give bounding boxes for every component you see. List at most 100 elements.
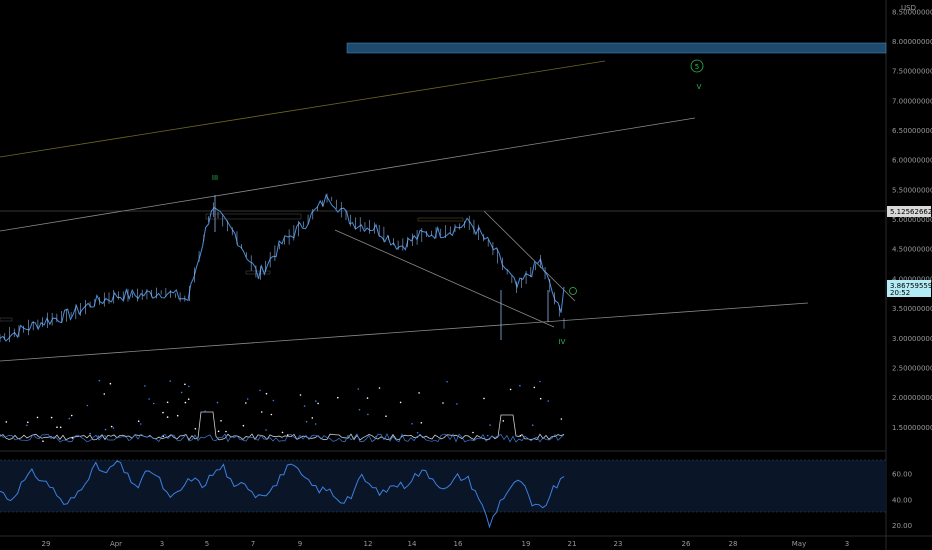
resistance-zone (346, 42, 887, 54)
volatility-dot (70, 414, 73, 417)
price-tick-label: 8.00000000 (892, 38, 932, 46)
time-tick-label: 29 (42, 540, 51, 548)
volatility-dot (27, 421, 29, 424)
volatility-dot (539, 380, 541, 383)
volatility-dot (86, 404, 89, 407)
volatility-dot (104, 428, 107, 431)
oscillator-tick-label: 40.00 (892, 496, 912, 504)
volatility-dot (162, 411, 164, 414)
price-tick-label: 7.50000000 (892, 68, 932, 76)
volatility-dot (385, 415, 387, 418)
volatility-dot (184, 383, 186, 386)
volatility-dot (416, 431, 419, 434)
time-tick-label: 5 (205, 540, 209, 548)
volatility-dot (26, 424, 28, 427)
volatility-dot (169, 380, 171, 382)
volatility-dot (42, 440, 44, 443)
wave-label-5: 5 (695, 63, 699, 71)
wave-label-v: V (697, 83, 702, 91)
volatility-dot (472, 431, 474, 434)
time-tick-label: 19 (522, 540, 531, 548)
time-tick-label: 14 (408, 540, 417, 548)
volatility-dot (560, 418, 563, 420)
volatility-dot (539, 397, 542, 400)
volatility-dot (305, 420, 308, 423)
volatility-dot (418, 392, 420, 394)
time-tick-label: 16 (454, 540, 463, 548)
volatility-dot (225, 430, 227, 433)
price-tick-label: 5.00000000 (892, 216, 932, 224)
time-tick-label: 26 (682, 540, 691, 548)
volatility-dot (317, 402, 319, 405)
volatility-dot (97, 435, 100, 438)
oscillator-tick-label: 60.00 (892, 470, 912, 478)
wave-label-iv: IV (559, 338, 566, 346)
chart[interactable]: III IV 5 V USD 8.500000008.000000007.500… (0, 0, 932, 550)
price-tick-label: 6.00000000 (892, 157, 932, 165)
volatility-dot (103, 393, 106, 395)
volatility-dot (56, 426, 58, 429)
volatility-dot (259, 389, 261, 392)
volatility-dot (220, 420, 222, 422)
price-tick-label: 6.50000000 (892, 127, 932, 135)
volatility-dot (547, 400, 549, 402)
volatility-dot (71, 437, 74, 439)
volatility-dot (378, 387, 381, 389)
volatility-dot (531, 424, 534, 427)
volatility-dot (59, 426, 62, 429)
volatility-dot (456, 403, 458, 405)
volatility-dot (519, 435, 522, 437)
volatility-dot (260, 411, 263, 413)
volatility-dot (375, 435, 377, 438)
volatility-dot (399, 401, 402, 404)
volatility-dot (315, 400, 317, 402)
volatility-dot (166, 416, 169, 418)
volatility-dot (281, 431, 284, 434)
level-price-tag-text: 5.12562662 (890, 208, 932, 216)
time-tick-label: 28 (729, 540, 738, 548)
volatility-dot (519, 384, 521, 387)
volatility-dot (265, 429, 267, 431)
volatility-dot (5, 421, 8, 423)
volatility-dot (358, 408, 361, 411)
time-tick-label: 7 (251, 540, 255, 548)
volatility-dot (68, 417, 71, 420)
wave-label-iii: III (212, 174, 218, 182)
volatility-dot (152, 402, 155, 405)
volatility-dot (242, 424, 245, 427)
volatility-dot (188, 385, 190, 388)
volatility-dot (217, 430, 220, 433)
time-tick-label: 12 (364, 540, 373, 548)
volatility-dot (303, 405, 306, 407)
volatility-dot (299, 394, 302, 396)
volatility-dot (533, 386, 536, 389)
volatility-dot (502, 420, 505, 422)
volatility-dot (148, 398, 150, 400)
price-tick-label: 3.00000000 (892, 335, 932, 343)
volatility-dot (180, 391, 183, 394)
time-tick-label: Apr (110, 540, 122, 548)
volatility-dot (112, 427, 115, 429)
volatility-dot (162, 435, 165, 438)
volatility-dot (140, 423, 142, 425)
time-tick-label: 3 (845, 540, 849, 548)
time-tick-label: May (792, 540, 806, 548)
volatility-dot (187, 398, 190, 401)
volatility-dot (245, 402, 247, 404)
volatility-dot (265, 392, 268, 395)
volatility-dot (194, 428, 197, 430)
volatility-dot (367, 413, 369, 416)
volatility-dot (509, 388, 512, 391)
price-tick-label: 5.50000000 (892, 186, 932, 194)
volatility-dot (442, 402, 444, 404)
volatility-dot (446, 381, 448, 383)
volatility-dot (314, 423, 317, 425)
price-tick-label: 1.50000000 (892, 424, 932, 432)
volatility-dot (483, 397, 485, 400)
volatility-dot (337, 396, 339, 399)
price-tick-label: 8.50000000 (892, 8, 932, 16)
volatility-dot (486, 434, 489, 437)
last-price-tag-time: 20:52 (890, 289, 910, 297)
volatility-dot (357, 388, 360, 390)
volatility-dot (311, 417, 314, 419)
